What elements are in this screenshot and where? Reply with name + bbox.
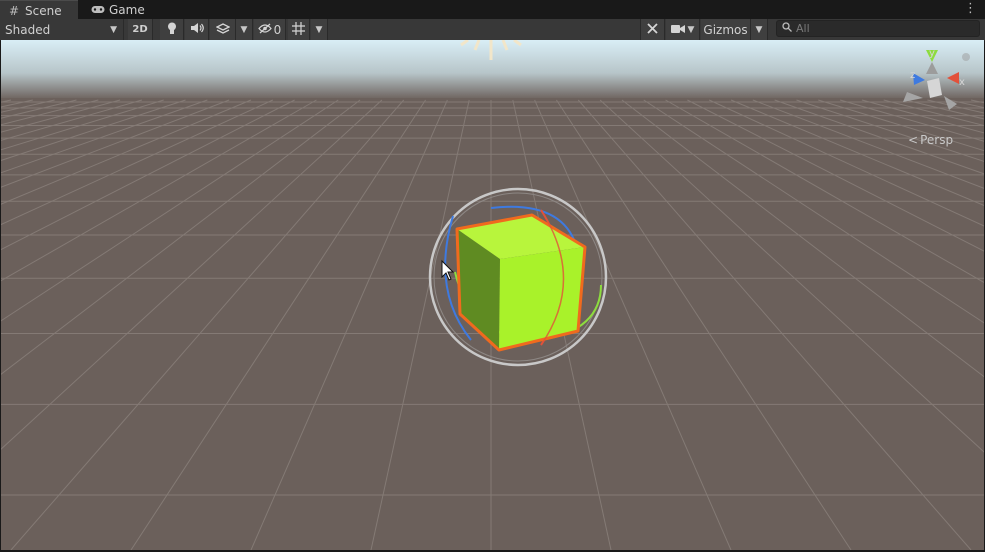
search-field[interactable]: All <box>776 20 980 37</box>
speaker-icon <box>190 22 204 37</box>
draw-mode-label: Shaded <box>5 22 51 37</box>
audio-toggle-button[interactable] <box>185 19 209 40</box>
chevron-down-icon: ▼ <box>687 24 695 35</box>
grid-toggle-button[interactable] <box>288 19 310 40</box>
effects-toggle-button[interactable] <box>210 19 236 40</box>
camera-settings-button[interactable]: ▼ <box>666 19 700 40</box>
lighting-toggle-button[interactable] <box>160 19 184 40</box>
gizmos-label: Gizmos <box>703 22 748 37</box>
layers-effects-icon <box>215 22 230 38</box>
chevron-down-icon: ▼ <box>755 24 763 35</box>
gizmos-dropdown-button[interactable]: ▼ <box>751 19 768 40</box>
toggle-2d-label: 2D <box>132 24 148 35</box>
tools-button[interactable] <box>640 19 665 40</box>
tab-bar: # Scene Game ⋮ <box>0 0 985 20</box>
projection-toggle[interactable]: < Persp <box>908 133 953 147</box>
axis-label-x: x <box>959 77 965 88</box>
toggle-2d-button[interactable]: 2D <box>128 19 153 40</box>
lightbulb-icon <box>167 22 177 38</box>
grid-dropdown-button[interactable]: ▼ <box>311 19 328 40</box>
tab-game[interactable]: Game <box>84 0 145 19</box>
axis-label-z: z <box>910 70 915 81</box>
search-icon <box>782 22 792 35</box>
search-placeholder: All <box>796 22 810 35</box>
scene-viewport[interactable]: y x z < Persp <box>1 40 984 550</box>
chevron-down-icon: ▼ <box>110 24 117 35</box>
wrench-cross-icon <box>646 22 659 38</box>
chevron-left-icon: < <box>908 133 919 147</box>
camera-icon <box>670 23 685 37</box>
tab-scene[interactable]: # Scene <box>0 0 78 20</box>
grid-snap-icon <box>292 21 305 38</box>
projection-label: Persp <box>920 133 954 147</box>
hidden-objects-toggle[interactable]: 0 <box>254 19 286 40</box>
eye-slash-icon <box>257 23 272 37</box>
more-options-icon[interactable]: ⋮ <box>964 1 977 16</box>
chevron-down-icon: ▼ <box>240 24 248 35</box>
axis-label-y: y <box>929 48 935 59</box>
tab-scene-label: Scene <box>25 3 62 18</box>
hidden-count: 0 <box>273 22 282 37</box>
hash-grid-icon: # <box>8 3 20 18</box>
gizmo-lock-icon[interactable] <box>962 53 970 61</box>
draw-mode-dropdown[interactable]: Shaded ▼ <box>0 19 124 40</box>
gizmos-button[interactable]: Gizmos <box>701 19 751 40</box>
gamepad-icon <box>90 5 106 14</box>
effects-dropdown-button[interactable]: ▼ <box>236 19 253 40</box>
chevron-down-icon: ▼ <box>315 24 323 35</box>
tab-game-label: Game <box>109 2 145 17</box>
